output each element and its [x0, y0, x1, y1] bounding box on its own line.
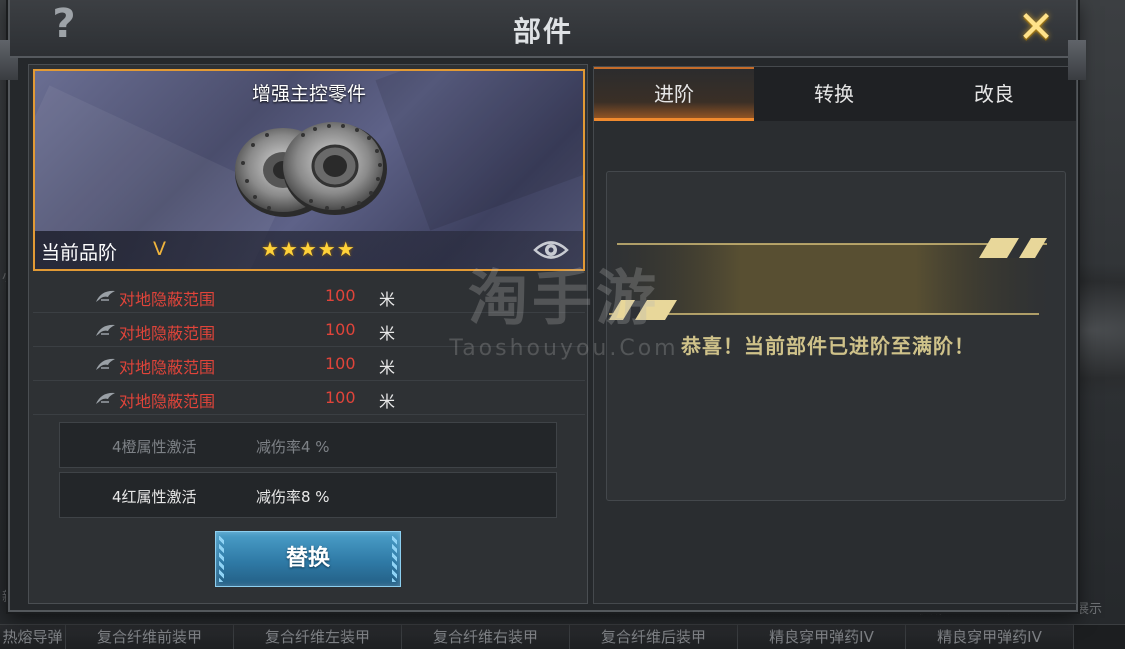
- attribute-name: 对地隐蔽范围: [119, 324, 216, 343]
- attribute-value: 100: [325, 354, 356, 373]
- bottom-tab[interactable]: 复合纤维左装甲: [234, 625, 402, 649]
- set-bonus-orange: 4橙属性激活 减伤率4 %: [59, 422, 557, 468]
- attribute-icon: [96, 290, 115, 302]
- attribute-row: 对地隐蔽范围 100 米: [33, 279, 585, 313]
- bonus-effect: 减伤率4 %: [256, 438, 330, 456]
- part-detail-panel: 增强主控零件 当前品阶 V ★★★★★ 对地隐蔽范围 100 米 对地隐蔽范围 …: [28, 64, 588, 604]
- replace-button[interactable]: 替换: [215, 531, 401, 587]
- attribute-value: 100: [325, 388, 356, 407]
- bonus-name: 4红属性激活: [112, 488, 197, 506]
- quality-rank: V: [153, 238, 166, 260]
- quality-bar: 当前品阶 V ★★★★★: [35, 231, 583, 269]
- max-level-banner: [607, 238, 1049, 320]
- attribute-unit: 米: [379, 324, 396, 343]
- tab-advance[interactable]: 进阶: [594, 67, 754, 121]
- bottom-tab[interactable]: 热熔导弹: [0, 625, 66, 649]
- tab-improve[interactable]: 改良: [914, 67, 1074, 121]
- attribute-value: 100: [325, 320, 356, 339]
- bonus-effect: 减伤率8 %: [256, 488, 330, 506]
- close-x-icon[interactable]: ✕: [1014, 6, 1058, 50]
- attribute-list: 对地隐蔽范围 100 米 对地隐蔽范围 100 米 对地隐蔽范围 100 米 对…: [33, 279, 585, 415]
- background-label: 展示: [1076, 602, 1103, 617]
- bottom-tab[interactable]: 精良穿甲弹药IV: [906, 625, 1074, 649]
- attribute-unit: 米: [379, 392, 396, 411]
- attribute-name: 对地隐蔽范围: [119, 290, 216, 309]
- set-bonus-red: 4红属性激活 减伤率8 %: [59, 472, 557, 518]
- bottom-tab[interactable]: 复合纤维后装甲: [570, 625, 738, 649]
- dialog-title: 部件: [512, 15, 573, 48]
- max-level-message: 恭喜！当前部件已进阶至满阶！: [681, 334, 975, 358]
- title-bar: ? 部件 ✕: [10, 0, 1076, 58]
- tab-bar: 进阶 转换 改良: [594, 67, 1076, 121]
- bottom-tab[interactable]: 精良穿甲弹药IV: [738, 625, 906, 649]
- parts-dialog: ? 部件 ✕ 增强主控零件 当前品阶 V ★★★★★ 对地隐蔽范围 100 米 …: [0, 0, 1086, 612]
- bottom-tab[interactable]: 复合纤维右装甲: [402, 625, 570, 649]
- brake-disc-image: [235, 122, 387, 217]
- bottom-tab[interactable]: 复合纤维前装甲: [66, 625, 234, 649]
- bottom-tab-strip: 热熔导弹 复合纤维前装甲 复合纤维左装甲 复合纤维右装甲 复合纤维后装甲 精良穿…: [0, 624, 1125, 649]
- item-card: 增强主控零件 当前品阶 V ★★★★★: [33, 69, 585, 271]
- item-name: 增强主控零件: [251, 83, 366, 105]
- attribute-icon: [96, 392, 115, 404]
- attribute-icon: [96, 358, 115, 370]
- attribute-name: 对地隐蔽范围: [119, 358, 216, 377]
- star-rating: ★★★★★: [261, 237, 356, 261]
- attribute-row: 对地隐蔽范围 100 米: [33, 347, 585, 381]
- attribute-unit: 米: [379, 358, 396, 377]
- bonus-name: 4橙属性激活: [112, 438, 197, 456]
- attribute-name: 对地隐蔽范围: [119, 392, 216, 411]
- attribute-row: 对地隐蔽范围 100 米: [33, 381, 585, 415]
- attribute-row: 对地隐蔽范围 100 米: [33, 313, 585, 347]
- tab-convert[interactable]: 转换: [754, 67, 914, 121]
- attribute-icon: [96, 324, 115, 336]
- attribute-unit: 米: [379, 290, 396, 309]
- quality-label: 当前品阶: [41, 242, 118, 264]
- eye-icon[interactable]: [533, 239, 569, 261]
- attribute-value: 100: [325, 286, 356, 305]
